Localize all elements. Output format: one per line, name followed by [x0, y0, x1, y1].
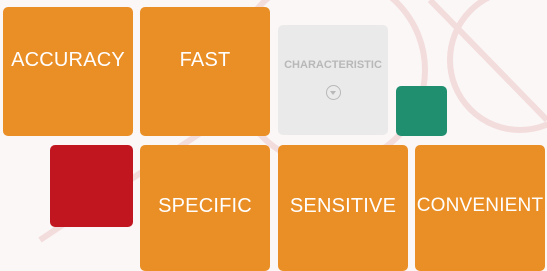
accuracy-tile[interactable]: ACCURACY	[3, 7, 133, 136]
sensitive-tile[interactable]: SENSITIVE	[278, 145, 408, 271]
chevron-down-circle-icon[interactable]	[325, 85, 341, 100]
accuracy-label: ACCURACY	[11, 49, 125, 71]
convenient-label: CONVENIENT	[416, 195, 544, 216]
fast-tile[interactable]: FAST	[140, 7, 270, 136]
red-square[interactable]	[50, 145, 133, 227]
characteristic-label: CHARACTERISTIC	[284, 59, 382, 71]
specific-tile[interactable]: SPECIFIC	[140, 145, 270, 271]
green-square[interactable]	[396, 86, 447, 136]
fast-label: FAST	[179, 49, 231, 71]
characteristic-tile[interactable]: CHARACTERISTIC	[278, 25, 388, 135]
sensitive-label: SENSITIVE	[289, 194, 397, 217]
specific-label: SPECIFIC	[158, 194, 252, 217]
convenient-tile[interactable]: CONVENIENT	[415, 145, 545, 271]
